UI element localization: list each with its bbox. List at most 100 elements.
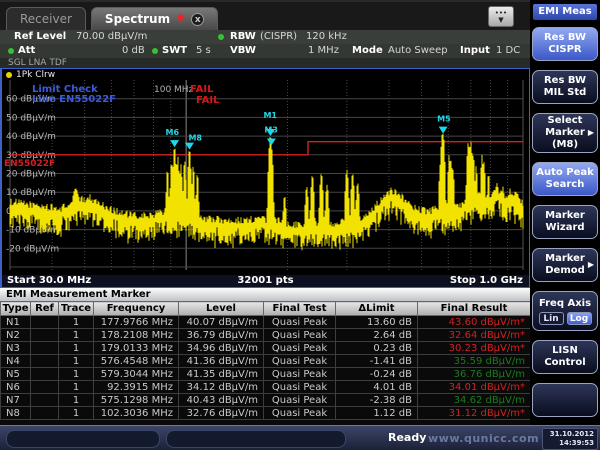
softkey-label: Auto Peak — [536, 167, 594, 179]
cell-level: 34.12 dBµV/m — [179, 381, 264, 394]
trace-color-dot-icon — [6, 72, 12, 78]
softkey-label: MIL Std — [544, 87, 587, 99]
cell-ref — [31, 329, 59, 342]
svg-text:50 dBµV/m: 50 dBµV/m — [6, 113, 56, 123]
cell-level: 34.96 dBµV/m — [179, 342, 264, 355]
spectrum-window: 1Pk Clrw 60 dBµV/m50 dBµV/m40 dBµV/m30 d… — [0, 68, 530, 288]
submenu-arrow-icon: ▶ — [588, 127, 594, 139]
softkey-auto-peak-search[interactable]: Auto PeakSearch — [532, 162, 598, 196]
table-row: N41576.4548 MHz41.36 dBµV/mQuasi Peak-1.… — [1, 355, 531, 368]
softkey-res-bw-mil-std[interactable]: Res BWMIL Std — [532, 70, 598, 104]
cell-ref — [31, 407, 59, 420]
cell-trace: 1 — [59, 381, 94, 394]
svg-text:100 MHz: 100 MHz — [154, 85, 194, 95]
cell-trace: 1 — [59, 407, 94, 420]
cell-final-test: Quasi Peak — [264, 381, 336, 394]
softkey-label: Freq Axis — [539, 298, 591, 310]
svg-text:-10 dBµV/m: -10 dBµV/m — [6, 226, 59, 236]
tab-receiver[interactable]: Receiver — [6, 7, 86, 30]
statusbar-button-2[interactable] — [166, 430, 346, 448]
cell-type: N1 — [1, 316, 31, 329]
freq-axis-log-toggle[interactable]: Log — [567, 312, 592, 325]
cell-final-test: Quasi Peak — [264, 342, 336, 355]
softkey-menu-title: EMI Meas — [533, 4, 597, 20]
time-display: 14:39:53 — [546, 439, 594, 448]
svg-text:EN55022F: EN55022F — [4, 159, 55, 169]
cell-level: 41.36 dBµV/m — [179, 355, 264, 368]
cell-final-result: 34.01 dBµV/m* — [418, 381, 531, 394]
cell-delta-limit: 2.64 dB — [336, 329, 418, 342]
softkey-label: Res BW — [544, 32, 586, 44]
softkey-marker-wizard[interactable]: MarkerWizard — [532, 205, 598, 239]
table-row: N31179.0133 MHz34.96 dBµV/mQuasi Peak0.2… — [1, 342, 531, 355]
softkey-label: Marker — [545, 127, 585, 139]
cell-frequency: 178.2108 MHz — [94, 329, 179, 342]
spectrum-chart: 60 dBµV/m50 dBµV/m40 dBµV/m30 dBµV/m20 d… — [2, 80, 529, 275]
input-value: 1 DC — [496, 45, 520, 56]
cell-final-result: 34.62 dBµV/m — [418, 394, 531, 407]
cell-final-result: 30.23 dBµV/m* — [418, 342, 531, 355]
cell-trace: 1 — [59, 368, 94, 381]
softkey-label: CISPR — [548, 44, 581, 56]
softkey-res-bw-cispr[interactable]: Res BWCISPR — [532, 27, 598, 61]
freq-axis-lin-toggle[interactable]: Lin — [539, 312, 564, 325]
input-label: Input — [460, 45, 490, 56]
softkey-select-marker[interactable]: SelectMarker(M8)▶ — [532, 113, 598, 153]
svg-text:M6: M6 — [166, 128, 180, 137]
rbw-label: RBW — [230, 31, 256, 42]
cell-frequency: 92.3915 MHz — [94, 381, 179, 394]
cell-trace: 1 — [59, 329, 94, 342]
cell-final-result: 31.12 dBµV/m* — [418, 407, 531, 420]
softkey-lisn-control[interactable]: LISNControl — [532, 340, 598, 374]
cell-delta-limit: -2.38 dB — [336, 394, 418, 407]
trace-info-bar: 1Pk Clrw — [2, 69, 529, 80]
cell-final-test: Quasi Peak — [264, 407, 336, 420]
column-header: ΔLimit — [336, 302, 418, 316]
cell-final-test: Quasi Peak — [264, 394, 336, 407]
start-frequency: Start 30.0 MHz — [7, 275, 91, 287]
svg-text:10 dBµV/m: 10 dBµV/m — [6, 188, 56, 198]
column-header: Level — [179, 302, 264, 316]
cell-type: N2 — [1, 329, 31, 342]
tab-spectrum[interactable]: Spectrum ✱ x — [91, 7, 218, 30]
cell-type: N7 — [1, 394, 31, 407]
softkey-label: Control — [544, 357, 585, 369]
cell-ref — [31, 381, 59, 394]
trace-label: 1Pk Clrw — [16, 70, 55, 80]
cell-frequency: 575.1298 MHz — [94, 394, 179, 407]
cell-delta-limit: 1.12 dB — [336, 407, 418, 420]
svg-text:-20 dBµV/m: -20 dBµV/m — [6, 244, 59, 254]
cell-delta-limit: -1.41 dB — [336, 355, 418, 368]
cell-ref — [31, 355, 59, 368]
ref-level-label: Ref Level — [14, 31, 66, 42]
softkey-blank[interactable] — [532, 383, 598, 417]
close-tab-icon[interactable]: x — [191, 13, 204, 26]
cell-type: N3 — [1, 342, 31, 355]
statusbar-button-1[interactable] — [6, 430, 160, 448]
softkey-label: Wizard — [545, 222, 584, 234]
svg-text:M5: M5 — [437, 115, 451, 124]
chevron-down-icon: ▼ — [489, 17, 513, 24]
ready-status: Ready — [388, 431, 426, 444]
cell-type: N4 — [1, 355, 31, 368]
att-led-icon — [8, 48, 14, 54]
cell-ref — [31, 368, 59, 381]
cell-frequency: 179.0133 MHz — [94, 342, 179, 355]
softkey-label: Marker — [545, 253, 585, 265]
column-header: Ref — [31, 302, 59, 316]
softkey-label: Select — [548, 115, 583, 127]
tab-overflow-button[interactable]: ••• ▼ — [488, 6, 514, 27]
tab-receiver-label: Receiver — [20, 12, 72, 26]
cell-type: N6 — [1, 381, 31, 394]
cell-type: N5 — [1, 368, 31, 381]
modified-star-icon: ✱ — [176, 14, 185, 24]
softkey-freq-axis[interactable]: Freq Axis LinLog — [532, 291, 598, 331]
marker-table-body: N11177.9766 MHz40.07 dBµV/mQuasi Peak13.… — [1, 316, 531, 420]
tab-spectrum-label: Spectrum — [105, 12, 170, 26]
table-row: N81102.3036 MHz32.76 dBµV/mQuasi Peak1.1… — [1, 407, 531, 420]
cell-ref — [31, 342, 59, 355]
cell-type: N8 — [1, 407, 31, 420]
cell-trace: 1 — [59, 394, 94, 407]
softkey-marker-demod[interactable]: MarkerDemod▶ — [532, 248, 598, 282]
vbw-value: 1 MHz — [308, 45, 339, 56]
